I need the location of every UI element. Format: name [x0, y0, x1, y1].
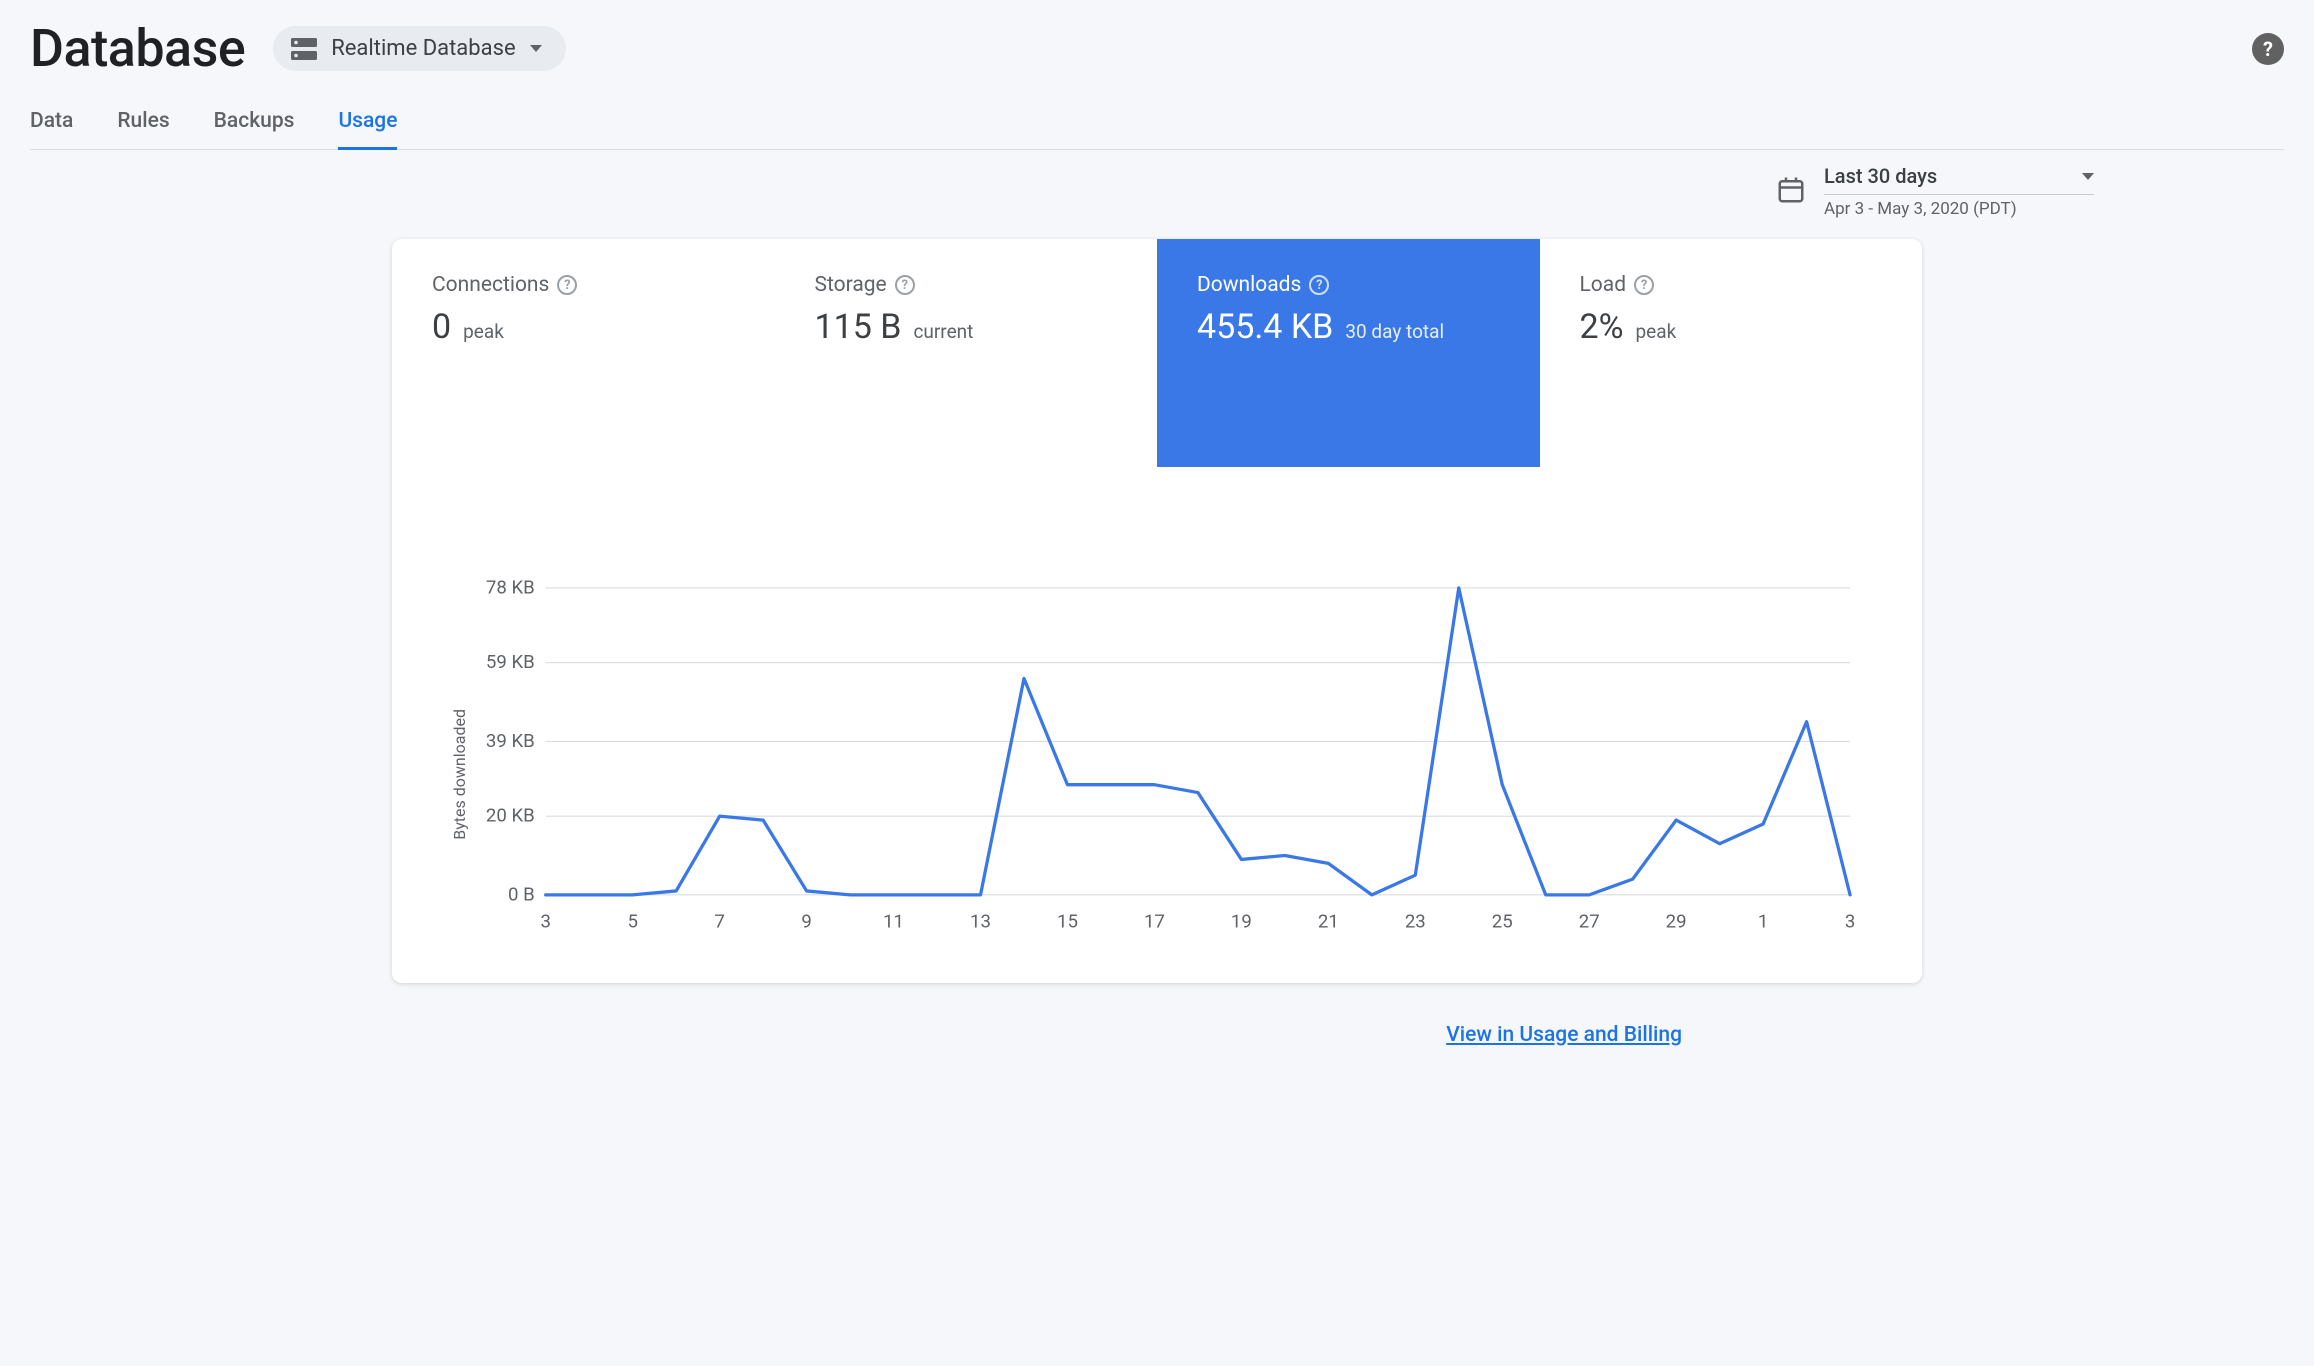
help-icon[interactable]: ?: [895, 275, 915, 295]
svg-text:29: 29: [1666, 911, 1687, 933]
chevron-down-icon: [530, 45, 542, 52]
metric-load[interactable]: Load? 2% peak: [1540, 239, 1923, 467]
chart-y-axis-label: Bytes downloaded: [442, 679, 469, 840]
svg-text:27: 27: [1579, 911, 1600, 933]
svg-text:21: 21: [1318, 911, 1339, 933]
svg-text:3: 3: [540, 911, 550, 933]
svg-text:25: 25: [1492, 911, 1513, 933]
chevron-down-icon: [2082, 173, 2094, 180]
metric-suffix: current: [913, 320, 973, 343]
svg-text:17: 17: [1144, 911, 1165, 933]
metric-downloads[interactable]: Downloads? 455.4 KB 30 day total: [1157, 239, 1540, 467]
svg-text:78 KB: 78 KB: [486, 577, 535, 598]
svg-text:20 KB: 20 KB: [486, 805, 535, 827]
svg-text:59 KB: 59 KB: [486, 651, 535, 673]
help-icon[interactable]: ?: [1634, 275, 1654, 295]
tab-usage[interactable]: Usage: [338, 99, 397, 150]
database-selector-label: Realtime Database: [331, 36, 515, 61]
help-button[interactable]: ?: [2252, 33, 2284, 65]
tab-rules[interactable]: Rules: [117, 99, 169, 150]
svg-text:19: 19: [1231, 911, 1252, 933]
svg-text:1: 1: [1758, 911, 1768, 933]
tab-bar: Data Rules Backups Usage: [30, 99, 2284, 150]
svg-text:3: 3: [1845, 911, 1855, 933]
metric-storage[interactable]: Storage? 115 B current: [775, 239, 1158, 467]
date-range-selector[interactable]: Last 30 days: [1824, 164, 2094, 195]
svg-text:7: 7: [714, 911, 724, 933]
metric-value: 0: [432, 307, 451, 347]
downloads-chart: 0 B20 KB39 KB59 KB78 KB35791113151719212…: [469, 577, 1872, 939]
metric-title: Connections: [432, 273, 549, 297]
metric-value: 455.4 KB: [1197, 307, 1333, 347]
view-usage-billing-link[interactable]: View in Usage and Billing: [1446, 1023, 1682, 1047]
svg-text:0 B: 0 B: [508, 883, 535, 905]
svg-text:15: 15: [1057, 911, 1078, 933]
svg-text:11: 11: [883, 911, 904, 933]
help-icon: ?: [2263, 37, 2273, 61]
svg-text:13: 13: [970, 911, 991, 933]
metric-value: 115 B: [815, 307, 902, 347]
svg-text:9: 9: [801, 911, 811, 933]
help-icon[interactable]: ?: [1309, 275, 1329, 295]
database-icon: [291, 38, 317, 60]
calendar-icon: [1776, 175, 1806, 209]
svg-text:39 KB: 39 KB: [486, 730, 535, 752]
metric-suffix: 30 day total: [1345, 320, 1444, 343]
date-range-label: Last 30 days: [1824, 164, 1937, 188]
date-range-detail: Apr 3 - May 3, 2020 (PDT): [1824, 199, 2094, 219]
help-icon[interactable]: ?: [557, 275, 577, 295]
metric-title: Downloads: [1197, 273, 1301, 297]
tab-backups[interactable]: Backups: [214, 99, 295, 150]
metric-title: Storage: [815, 273, 887, 297]
metric-value: 2%: [1580, 307, 1624, 347]
svg-text:5: 5: [627, 911, 637, 933]
svg-text:23: 23: [1405, 911, 1426, 933]
metric-title: Load: [1580, 273, 1627, 297]
usage-card: Connections? 0 peak Storage? 115 B current Dow…: [392, 239, 1922, 983]
page-title: Database: [30, 18, 245, 79]
database-selector[interactable]: Realtime Database: [273, 26, 565, 71]
metric-connections[interactable]: Connections? 0 peak: [392, 239, 775, 467]
metric-suffix: peak: [463, 320, 504, 343]
tab-data[interactable]: Data: [30, 99, 73, 150]
metric-suffix: peak: [1636, 320, 1677, 343]
